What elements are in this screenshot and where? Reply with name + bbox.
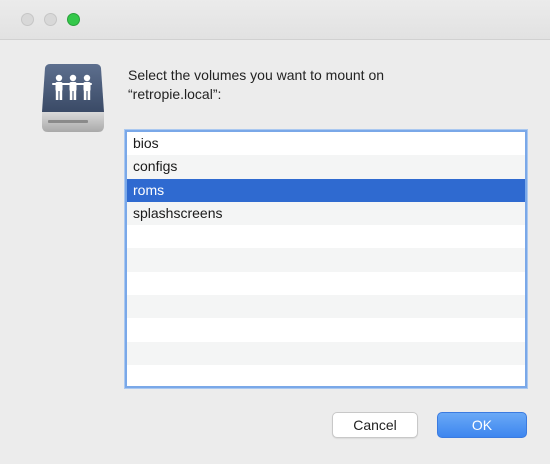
volume-item-splashscreens[interactable]: splashscreens: [127, 201, 525, 226]
volume-empty-row: [127, 341, 525, 365]
volume-list[interactable]: bios configs roms splashscreens: [125, 130, 527, 388]
network-server-icon: [40, 62, 106, 136]
volume-item-roms[interactable]: roms: [127, 178, 525, 202]
volume-empty-row: [127, 365, 525, 386]
volume-empty-row: [127, 225, 525, 248]
ok-button[interactable]: OK: [437, 412, 527, 438]
prompt-message: Select the volumes you want to mount on …: [128, 66, 528, 104]
volume-item-bios[interactable]: bios: [127, 132, 525, 155]
minimize-window-button[interactable]: [44, 13, 57, 26]
cancel-button[interactable]: Cancel: [332, 412, 418, 438]
volume-empty-row: [127, 295, 525, 319]
close-window-button[interactable]: [21, 13, 34, 26]
zoom-window-button[interactable]: [67, 13, 80, 26]
title-bar: [0, 0, 550, 40]
volume-empty-row: [127, 272, 525, 295]
volume-empty-row: [127, 248, 525, 272]
mount-volumes-dialog: Select the volumes you want to mount on …: [0, 0, 550, 464]
prompt-line-2: “retropie.local”:: [128, 86, 222, 102]
prompt-line-1: Select the volumes you want to mount on: [128, 67, 385, 83]
volume-item-configs[interactable]: configs: [127, 155, 525, 179]
volume-empty-row: [127, 318, 525, 341]
